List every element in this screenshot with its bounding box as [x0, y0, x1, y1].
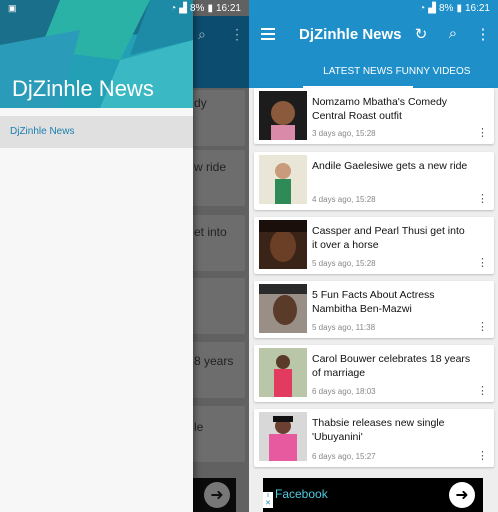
news-card[interactable]: Cassper and Pearl Thusi get into it over…	[254, 217, 494, 274]
search-icon: ⌕	[198, 26, 206, 42]
article-title: Thabsie releases new single 'Ubuyanini'	[312, 417, 445, 443]
arrow-right-icon[interactable]: ➜	[449, 482, 475, 508]
gallery-icon: ▣	[8, 2, 17, 13]
article-title: 5 Fun Facts About Actress Nambitha Ben-M…	[312, 289, 435, 315]
status-bar: ▣	[0, 0, 193, 16]
search-icon[interactable]: ⌕	[444, 25, 462, 42]
article-thumbnail	[259, 284, 307, 333]
more-options-icon[interactable]: ⋮	[477, 126, 488, 139]
more-options-icon[interactable]: ⋮	[477, 449, 488, 462]
clock: 16:21	[464, 2, 490, 14]
article-title: Carol Bouwer celebrates 18 years of marr…	[312, 353, 471, 379]
news-card[interactable]: Andile Gaelesiwe gets a new ride 4 days …	[254, 152, 494, 210]
battery-icon: ▮	[207, 2, 213, 14]
navigation-drawer: ▣ DjZinhle News DjZinhle News	[0, 0, 193, 512]
article-timestamp: 6 days ago, 18:03	[312, 387, 376, 396]
news-list-screen: ◔ ▟ 8% ▮ 16:21 DjZinhle News ↻ ⌕ ⋮ LATES…	[249, 0, 498, 512]
ad-info-icon[interactable]: i ✕	[263, 492, 273, 508]
article-title: Nomzamo Mbatha's Comedy Central Roast ou…	[312, 96, 448, 122]
news-card[interactable]: 5 Fun Facts About Actress Nambitha Ben-M…	[254, 281, 494, 338]
article-title: Cassper and Pearl Thusi get into it over…	[312, 225, 465, 251]
article-thumbnail	[259, 220, 307, 269]
news-card[interactable]: Carol Bouwer celebrates 18 years of marr…	[254, 345, 494, 402]
article-timestamp: 6 days ago, 15:27	[312, 452, 376, 461]
refresh-icon[interactable]: ↻	[412, 25, 430, 43]
article-thumbnail	[259, 155, 307, 204]
news-card[interactable]: Nomzamo Mbatha's Comedy Central Roast ou…	[254, 88, 494, 144]
more-options-icon[interactable]: ⋮	[477, 192, 488, 205]
article-timestamp: 5 days ago, 11:38	[312, 323, 376, 332]
dimmed-text: 8 years	[194, 354, 234, 368]
article-title: Andile Gaelesiwe gets a new ride	[312, 160, 468, 172]
ad-content[interactable]: i ✕ Facebook ➜	[263, 478, 483, 512]
article-thumbnail	[259, 91, 307, 140]
drawer-item-djzinhle-news[interactable]: DjZinhle News	[0, 116, 193, 148]
ad-label: Facebook	[275, 487, 328, 501]
overflow-menu-icon: ⋮	[230, 26, 244, 42]
tab-funny-videos[interactable]: FUNNY VIDEOS	[393, 56, 473, 88]
dimmed-text: le	[194, 420, 204, 434]
status-bar: ◔ ▟ 8% ▮ 16:21	[249, 0, 498, 16]
drawer-header: ▣ DjZinhle News	[0, 0, 193, 108]
news-card[interactable]: Thabsie releases new single 'Ubuyanini' …	[254, 409, 494, 467]
wifi-icon: ◔	[419, 2, 426, 14]
drawer-title: DjZinhle News	[12, 76, 154, 101]
article-timestamp: 3 days ago, 15:28	[312, 129, 376, 138]
hamburger-menu-icon[interactable]	[261, 28, 275, 40]
battery-icon: ▮	[456, 2, 462, 14]
tab-bar: LATEST NEWS FUNNY VIDEOS	[249, 56, 498, 88]
more-options-icon[interactable]: ⋮	[477, 384, 488, 397]
article-thumbnail	[259, 348, 307, 397]
clock: 16:21	[215, 2, 241, 14]
app-title: DjZinhle News	[299, 26, 402, 43]
article-timestamp: 4 days ago, 15:28	[312, 195, 376, 204]
toolbar: DjZinhle News ↻ ⌕ ⋮	[249, 16, 498, 56]
article-timestamp: 5 days ago, 15:28	[312, 259, 376, 268]
arrow-right-icon: ➜	[204, 482, 230, 508]
app-bar: ◔ ▟ 8% ▮ 16:21 DjZinhle News ↻ ⌕ ⋮ LATES…	[249, 0, 498, 88]
article-thumbnail	[259, 412, 307, 461]
more-options-icon[interactable]: ⋮	[477, 256, 488, 269]
ad-banner: i ✕ Facebook ➜	[249, 478, 498, 512]
drawer-screen: ⌕ ⋮ dy w ride et into 8 years le ➜ ▣ DjZ…	[0, 0, 249, 512]
overflow-menu-icon[interactable]: ⋮	[474, 25, 492, 43]
more-options-icon[interactable]: ⋮	[477, 320, 488, 333]
dimmed-text: et into	[194, 225, 227, 239]
dimmed-text: w ride	[194, 160, 227, 174]
signal-icon: ▟	[428, 2, 436, 14]
battery-level: 8%	[439, 2, 454, 14]
dimmed-text: dy	[194, 96, 207, 110]
